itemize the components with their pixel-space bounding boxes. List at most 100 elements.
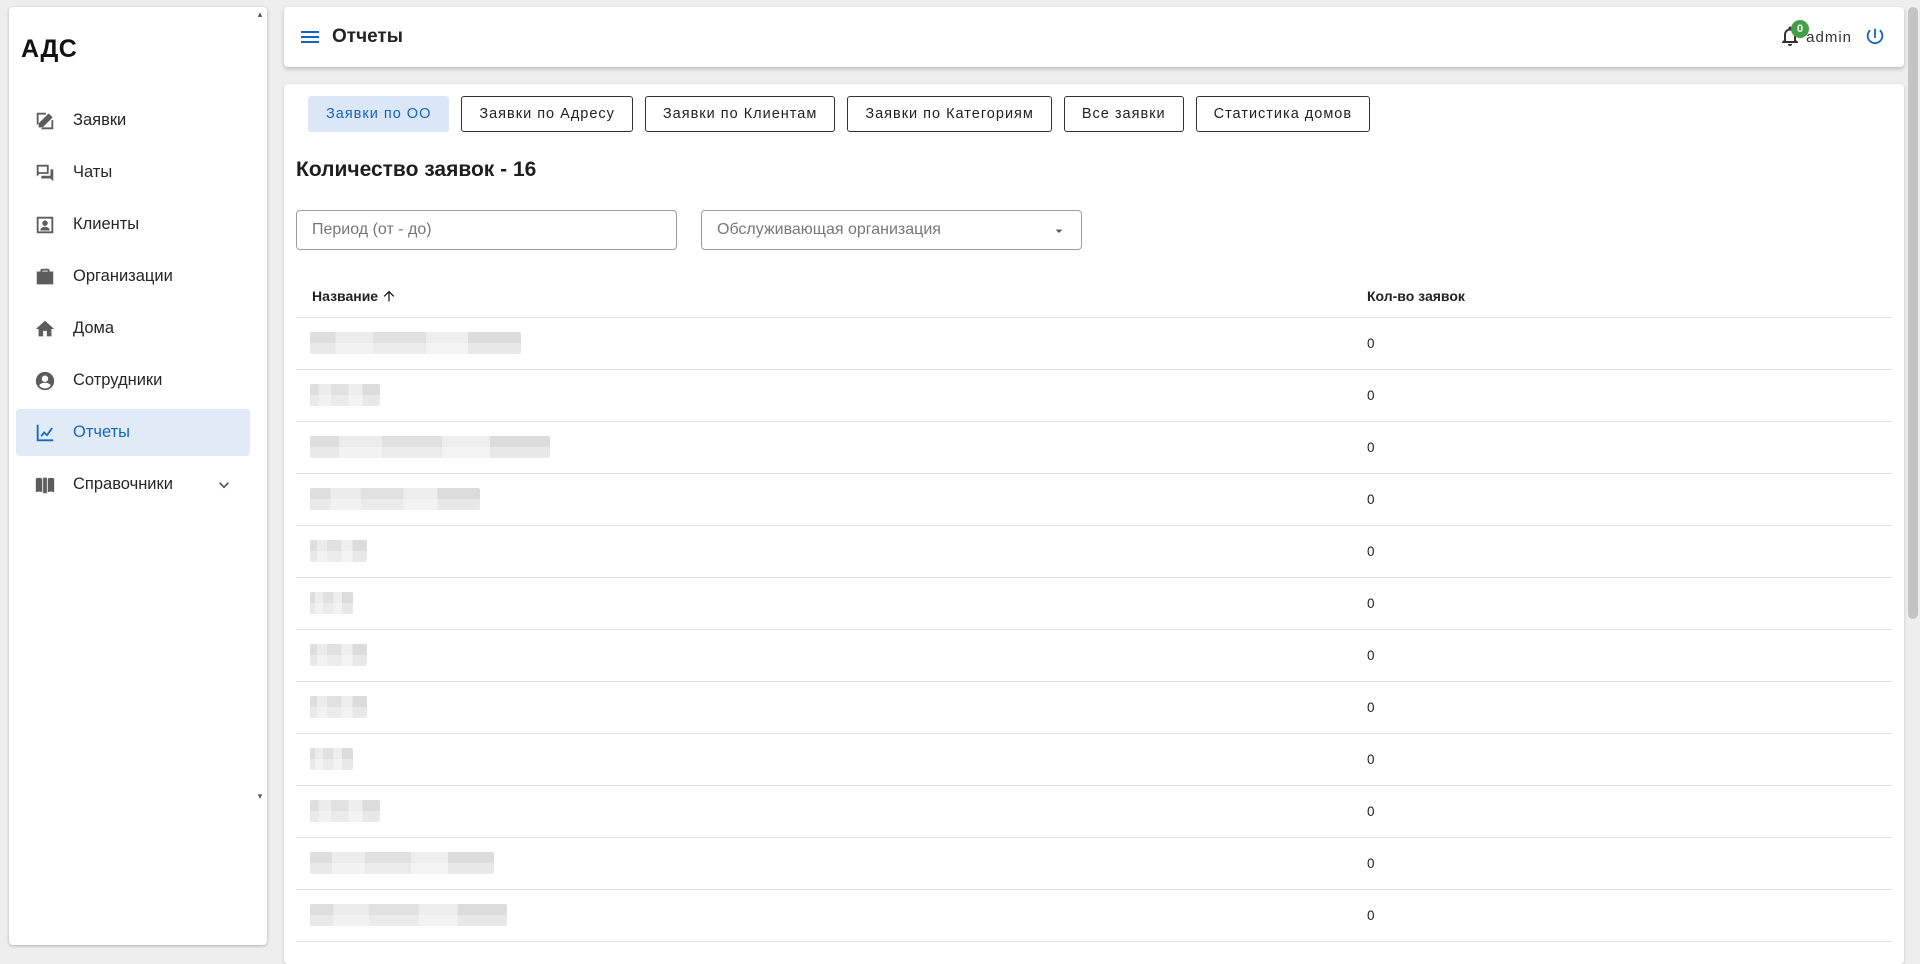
sidebar-item-0[interactable]: Заявки [16,97,250,144]
sidebar-item-7[interactable]: Справочники [16,461,250,508]
app-title: АДС [21,35,78,63]
table-row[interactable]: 0 [296,682,1892,734]
table-row[interactable]: 0 [296,890,1892,942]
row-name-cell [296,734,1367,786]
redacted-name [310,435,550,458]
redacted-name [310,799,380,822]
contact-card-icon [33,213,57,237]
sidebar-item-label: Клиенты [73,215,140,233]
row-count-cell: 0 [1367,700,1375,715]
report-table: Название Кол-во заявок 0 0 0 0 0 0 0 0 0 0 0 0 [296,274,1892,942]
table-body: 0 0 0 0 0 0 0 0 0 0 0 0 [296,318,1892,942]
report-tabs: Заявки по ОО Заявки по Адресу Заявки по Кл… [308,96,1382,132]
row-name-cell [296,370,1367,422]
row-name-cell [296,474,1367,526]
table-row[interactable]: 0 [296,786,1892,838]
sidebar-nav: Заявки Чаты Клиенты Организации Дома Сотрудни… [16,97,250,513]
sidebar: ▴ АДС Заявки Чаты Клиенты Организации Дома Со… [9,7,267,945]
sidebar-item-5[interactable]: Сотрудники [16,357,250,404]
home-icon [33,317,57,341]
row-count-cell: 0 [1367,596,1375,611]
user-name[interactable]: admin [1806,29,1852,46]
row-name-cell [296,838,1367,890]
sidebar-item-label: Организации [73,267,173,285]
table-row[interactable]: 0 [296,578,1892,630]
row-count-cell: 0 [1367,908,1375,923]
redacted-name [310,383,380,406]
tab-4[interactable]: Все заявки [1063,96,1184,132]
redacted-name [310,539,367,562]
page-scrollbar[interactable] [1908,7,1918,619]
chevron-down-icon[interactable] [214,475,234,495]
row-count-cell: 0 [1367,492,1375,507]
table-row[interactable]: 0 [296,370,1892,422]
table-row[interactable]: 0 [296,838,1892,890]
report-panel: Заявки по ОО Заявки по Адресу Заявки по Кл… [284,84,1904,964]
chat-icon [33,161,57,185]
redacted-name [310,487,480,510]
menu-icon[interactable] [298,25,322,49]
sidebar-item-2[interactable]: Клиенты [16,201,250,248]
row-count-cell: 0 [1367,804,1375,819]
sidebar-item-6[interactable]: Отчеты [16,409,250,456]
row-count-cell: 0 [1367,752,1375,767]
redacted-name [310,903,507,926]
sidebar-item-3[interactable]: Организации [16,253,250,300]
sidebar-item-label: Справочники [73,475,173,493]
table-header: Название Кол-во заявок [296,274,1892,318]
table-row[interactable]: 0 [296,526,1892,578]
redacted-name [310,331,521,354]
table-row[interactable]: 0 [296,318,1892,370]
chart-line-icon [33,421,57,445]
tab-5[interactable]: Статистика домов [1195,96,1371,132]
row-name-cell [296,786,1367,838]
row-name-cell [296,318,1367,370]
organization-placeholder: Обслуживающая организация [717,221,941,238]
dropdown-arrow-icon [1051,223,1067,239]
sidebar-item-label: Отчеты [73,423,131,441]
row-count-cell: 0 [1367,388,1375,403]
tab-0[interactable]: Заявки по ОО [308,96,450,132]
table-row[interactable]: 0 [296,630,1892,682]
redacted-name [310,591,353,614]
sidebar-item-label: Заявки [73,111,127,129]
row-count-cell: 0 [1367,440,1375,455]
table-row[interactable]: 0 [296,474,1892,526]
row-name-cell [296,630,1367,682]
book-icon [33,473,57,497]
sidebar-item-4[interactable]: Дома [16,305,250,352]
briefcase-icon [33,265,57,289]
redacted-name [310,851,494,874]
tab-1[interactable]: Заявки по Адресу [461,96,633,132]
logout-power-icon[interactable] [1864,26,1886,48]
row-name-cell [296,526,1367,578]
row-name-cell [296,578,1367,630]
account-circle-icon [33,369,57,393]
notifications-bell-icon[interactable]: 0 [1778,20,1809,50]
tab-3[interactable]: Заявки по Категориям [847,96,1052,132]
row-name-cell [296,422,1367,474]
sidebar-item-label: Сотрудники [73,371,163,389]
column-header-name[interactable]: Название [296,288,1367,304]
tab-2[interactable]: Заявки по Клиентам [644,96,836,132]
column-header-count[interactable]: Кол-во заявок [1367,288,1465,304]
redacted-name [310,695,367,718]
row-name-cell [296,682,1367,734]
column-header-name-label: Название [312,287,379,304]
report-count-title: Количество заявок - 16 [296,158,537,181]
sort-arrow-up-icon [383,290,395,301]
row-name-cell [296,890,1367,942]
period-placeholder: Период (от - до) [312,221,432,238]
page-title: Отчеты [332,26,403,47]
organization-select[interactable]: Обслуживающая организация [701,210,1082,250]
sidebar-item-1[interactable]: Чаты [16,149,250,196]
sidebar-scroll-up-icon[interactable]: ▴ [255,9,265,19]
sidebar-scroll-down-icon[interactable]: ▾ [255,791,265,801]
table-row[interactable]: 0 [296,422,1892,474]
sidebar-item-label: Чаты [73,163,113,181]
table-row[interactable]: 0 [296,734,1892,786]
redacted-name [310,643,367,666]
top-bar: Отчеты 0 admin [284,7,1904,67]
edit-icon [33,109,57,133]
period-input[interactable]: Период (от - до) [296,210,677,250]
